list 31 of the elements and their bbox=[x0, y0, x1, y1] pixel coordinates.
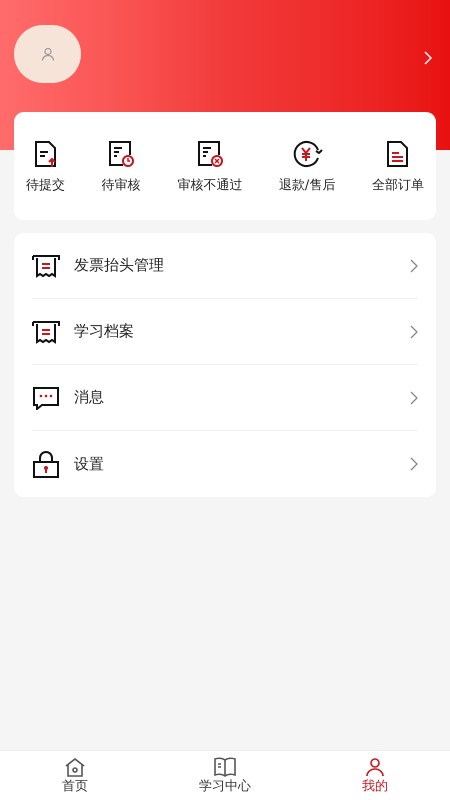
nav-tab[interactable]: 学习中心 bbox=[150, 751, 300, 800]
menu-label: 设置 bbox=[74, 454, 105, 475]
document-cross-icon bbox=[196, 140, 224, 168]
order-status-button[interactable]: 待提交 bbox=[24, 140, 67, 194]
book-icon bbox=[213, 756, 237, 776]
menu-item[interactable]: 设置 bbox=[32, 431, 418, 497]
lock-icon bbox=[32, 450, 60, 478]
nav-tab[interactable]: 我的 bbox=[300, 751, 450, 800]
chevron-right-icon bbox=[410, 324, 418, 338]
menu-label: 学习档案 bbox=[74, 321, 135, 342]
menu-item[interactable]: 学习档案 bbox=[32, 299, 418, 365]
person-icon bbox=[40, 47, 54, 61]
order-status-button[interactable]: 审核不通过 bbox=[175, 140, 244, 194]
receipt-icon bbox=[32, 320, 60, 344]
order-status-button[interactable]: 退款/售后 bbox=[276, 140, 338, 194]
nav-tab[interactable]: 首页 bbox=[0, 751, 150, 800]
chevron-right-icon[interactable] bbox=[424, 51, 432, 65]
person-icon bbox=[365, 756, 385, 776]
chevron-right-icon bbox=[410, 390, 418, 404]
menu-item[interactable]: 发票抬头管理 bbox=[32, 233, 418, 299]
message-icon bbox=[32, 386, 60, 410]
chevron-right-icon bbox=[410, 258, 418, 272]
chevron-right-icon bbox=[410, 457, 418, 471]
order-status-button[interactable]: 待审核 bbox=[100, 140, 143, 194]
receipt-icon bbox=[32, 254, 60, 278]
menu-label: 发票抬头管理 bbox=[74, 255, 165, 276]
menu-label: 消息 bbox=[74, 387, 105, 408]
home-icon bbox=[64, 756, 86, 776]
order-status-button[interactable]: 全部订单 bbox=[370, 140, 426, 194]
menu-item[interactable]: 消息 bbox=[32, 365, 418, 431]
document-clock-icon bbox=[107, 140, 136, 168]
